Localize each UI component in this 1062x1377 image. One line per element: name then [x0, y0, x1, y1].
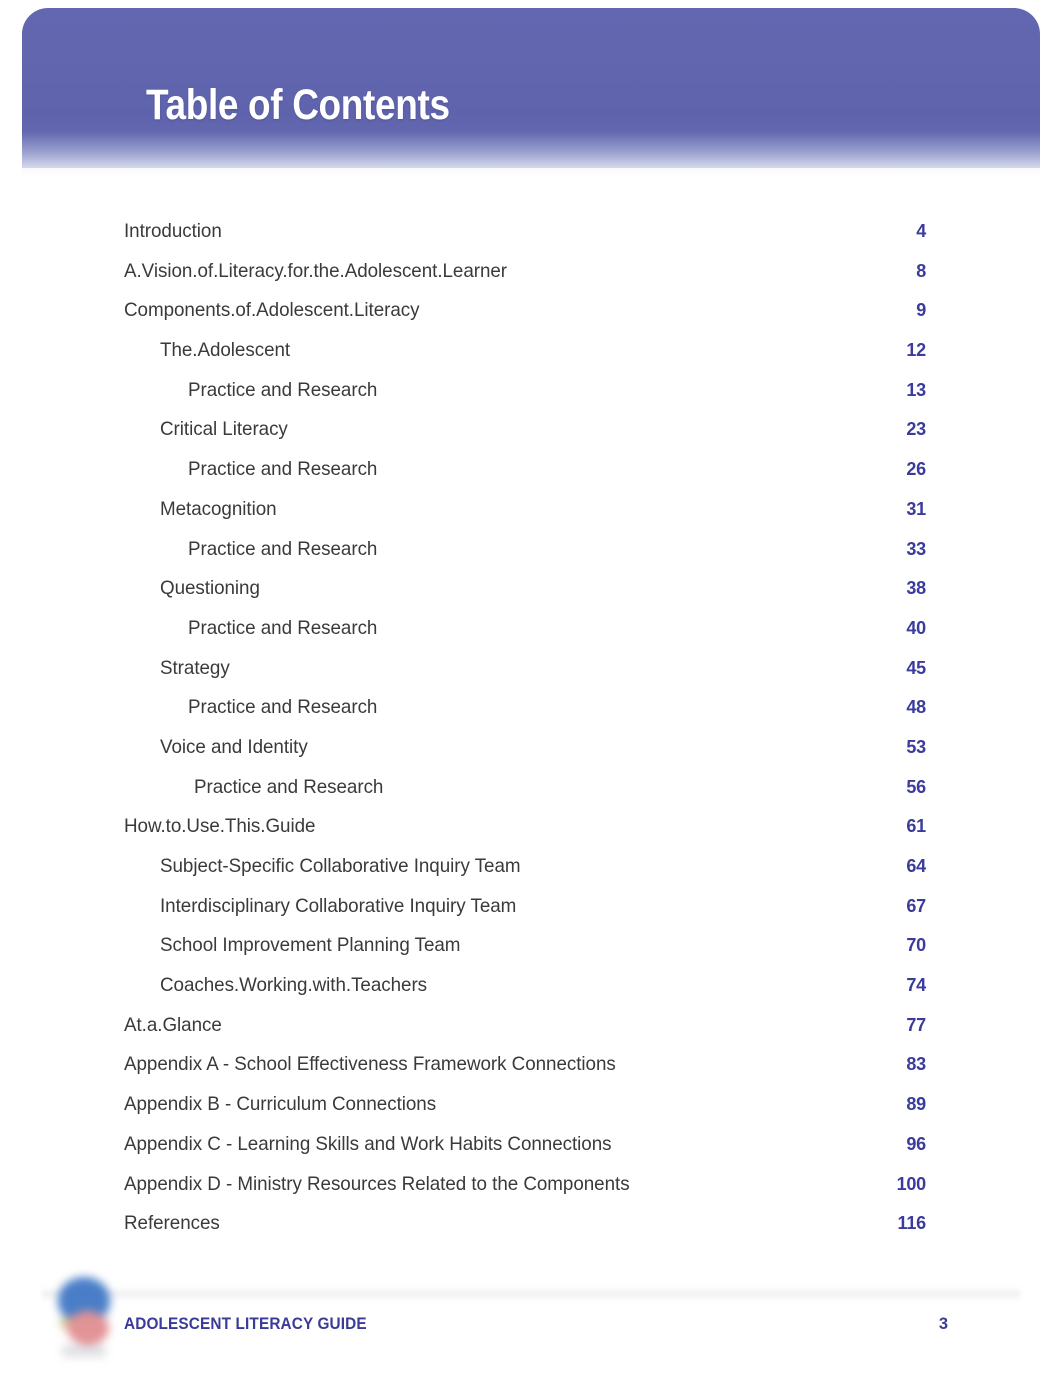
- toc-entry-title[interactable]: Introduction: [124, 212, 222, 252]
- toc-entry-title[interactable]: References: [124, 1204, 220, 1244]
- toc-entry-title[interactable]: Appendix B - Curriculum Connections: [124, 1085, 436, 1125]
- toc-entry[interactable]: The.Adolescent 12: [0, 331, 1062, 371]
- ontario-trillium-logo-icon: [52, 1269, 124, 1365]
- toc-entry[interactable]: Practice and Research 48: [0, 688, 1062, 728]
- footer-divider: [42, 1287, 1020, 1303]
- toc-entry[interactable]: Coaches.Working.with.Teachers 74: [0, 966, 1062, 1006]
- toc-entry[interactable]: Practice and Research 33: [0, 530, 1062, 570]
- toc-entry[interactable]: Appendix C - Learning Skills and Work Ha…: [0, 1125, 1062, 1165]
- toc-entry-page-number: 8: [916, 260, 926, 281]
- toc-entry[interactable]: At.a.Glance 77: [0, 1006, 1062, 1046]
- toc-entry-page-number: 77: [906, 1014, 926, 1035]
- toc-entry[interactable]: Subject-Specific Collaborative Inquiry T…: [0, 847, 1062, 887]
- toc-entry-title[interactable]: Metacognition: [160, 490, 277, 530]
- toc-entry[interactable]: Critical Literacy 23: [0, 410, 1062, 450]
- toc-entry-title[interactable]: At.a.Glance: [124, 1006, 222, 1046]
- toc-entry-title[interactable]: How.to.Use.This.Guide: [124, 807, 315, 847]
- toc-entry-page-number: 13: [906, 379, 926, 400]
- toc-entry-page-number: 67: [906, 895, 926, 916]
- toc-entry-page-number: 56: [906, 776, 926, 797]
- toc-entry[interactable]: Appendix A - School Effectiveness Framew…: [0, 1045, 1062, 1085]
- toc-entry-page-number: 100: [896, 1173, 927, 1194]
- toc-entry-page-number: 4: [916, 221, 926, 241]
- toc-entry-title[interactable]: Interdisciplinary Collaborative Inquiry …: [160, 887, 516, 927]
- toc-entry-page-number: 96: [906, 1133, 926, 1154]
- toc-entry-page-number: 74: [906, 975, 926, 996]
- toc-entry-page-number: 33: [906, 538, 926, 559]
- toc-entry-page-number: 9: [916, 300, 926, 321]
- toc-entry-page-number: 40: [906, 617, 926, 638]
- toc-entry-title[interactable]: Practice and Research: [188, 371, 377, 411]
- toc-entry[interactable]: Practice and Research 26: [0, 450, 1062, 490]
- toc-entry-page-number: 48: [906, 697, 926, 718]
- toc-entry[interactable]: Appendix D - Ministry Resources Related …: [0, 1165, 1062, 1205]
- footer-guide-title: ADOLESCENT LITERACY GUIDE: [124, 1315, 367, 1333]
- toc-entry-title[interactable]: Coaches.Working.with.Teachers: [160, 966, 427, 1006]
- toc-entry-title[interactable]: Practice and Research: [188, 450, 377, 490]
- toc-entry-title[interactable]: Appendix A - School Effectiveness Framew…: [124, 1045, 616, 1085]
- toc-entry-page-number: 116: [897, 1213, 927, 1234]
- toc-entry-page-number: 64: [906, 856, 926, 876]
- toc-entry[interactable]: Practice and Research 56: [0, 768, 1062, 808]
- toc-entry-title[interactable]: The.Adolescent: [160, 331, 290, 371]
- toc-entry-title[interactable]: Practice and Research: [188, 609, 377, 649]
- toc-entry-title[interactable]: Appendix C - Learning Skills and Work Ha…: [124, 1125, 612, 1165]
- toc-entry[interactable]: Strategy 45: [0, 649, 1062, 689]
- toc-entry-page-number: 45: [906, 657, 926, 678]
- toc-entry[interactable]: Interdisciplinary Collaborative Inquiry …: [0, 887, 1062, 927]
- toc-entry[interactable]: Metacognition 31: [0, 490, 1062, 530]
- table-of-contents-list: Introduction 4 A.Vision.of.Literacy.for.th…: [0, 212, 1062, 1244]
- toc-entry[interactable]: A.Vision.of.Literacy.for.the.Adolescent.…: [0, 252, 1062, 292]
- logo-red-shape: [67, 1311, 109, 1345]
- toc-entry-title[interactable]: A.Vision.of.Literacy.for.the.Adolescent.…: [124, 252, 507, 292]
- toc-entry[interactable]: How.to.Use.This.Guide 61: [0, 807, 1062, 847]
- toc-entry-page-number: 61: [906, 816, 926, 837]
- toc-entry-title[interactable]: Practice and Research: [188, 688, 377, 728]
- toc-entry-title[interactable]: School Improvement Planning Team: [160, 926, 460, 966]
- toc-entry-title[interactable]: Components.of.Adolescent.Literacy: [124, 291, 420, 331]
- toc-entry-title[interactable]: Strategy: [160, 649, 230, 689]
- toc-entry[interactable]: School Improvement Planning Team 70: [0, 926, 1062, 966]
- page-header-banner: Table of Contents: [22, 8, 1040, 190]
- toc-entry[interactable]: Practice and Research 40: [0, 609, 1062, 649]
- toc-entry[interactable]: Practice and Research 13: [0, 371, 1062, 411]
- toc-entry-page-number: 53: [906, 736, 926, 757]
- toc-entry[interactable]: References 116: [0, 1204, 1062, 1244]
- toc-entry[interactable]: Appendix B - Curriculum Connections 89: [0, 1085, 1062, 1125]
- toc-entry-page-number: 12: [906, 340, 926, 361]
- toc-entry-page-number: 70: [906, 935, 926, 956]
- toc-entry-page-number: 31: [906, 498, 926, 519]
- page-title: Table of Contents: [146, 81, 450, 129]
- toc-entry-page-number: 38: [906, 578, 926, 599]
- toc-entry[interactable]: Components.of.Adolescent.Literacy 9: [0, 291, 1062, 331]
- toc-entry-page-number: 23: [906, 419, 926, 440]
- toc-entry-page-number: 89: [906, 1094, 926, 1115]
- toc-entry-title[interactable]: Appendix D - Ministry Resources Related …: [124, 1165, 630, 1205]
- toc-entry-page-number: 26: [906, 459, 926, 480]
- toc-entry-title[interactable]: Voice and Identity: [160, 728, 308, 768]
- toc-entry-title[interactable]: Practice and Research: [188, 530, 377, 570]
- toc-entry[interactable]: Questioning 38: [0, 569, 1062, 609]
- toc-entry-title[interactable]: Questioning: [160, 569, 260, 609]
- toc-entry[interactable]: Voice and Identity 53: [0, 728, 1062, 768]
- toc-entry-title[interactable]: Critical Literacy: [160, 410, 288, 450]
- toc-entry[interactable]: Introduction 4: [0, 212, 1062, 252]
- footer-page-number: 3: [938, 1315, 948, 1333]
- toc-entry-title[interactable]: Practice and Research: [194, 768, 383, 808]
- toc-entry-page-number: 83: [906, 1054, 926, 1075]
- page-footer: ADOLESCENT LITERACY GUIDE 3: [0, 1265, 1062, 1377]
- logo-wordmark-shape: [62, 1345, 106, 1357]
- toc-entry-title[interactable]: Subject-Specific Collaborative Inquiry T…: [160, 847, 521, 887]
